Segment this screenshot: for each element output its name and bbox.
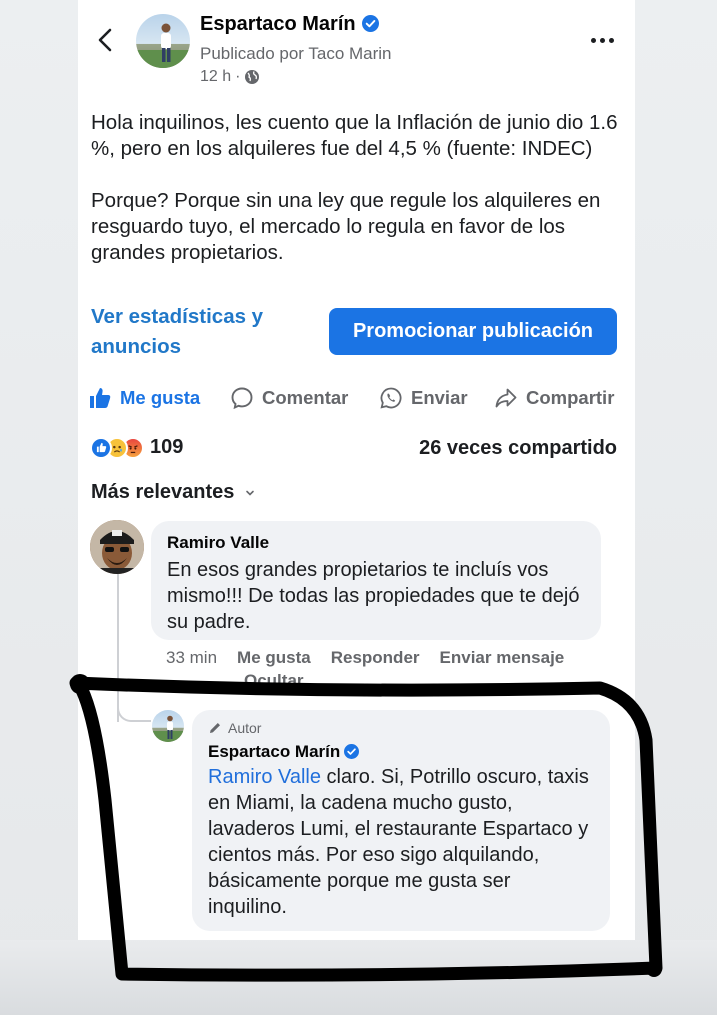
reply-text: Ramiro Valle claro. Si, Potrillo oscuro,… bbox=[208, 764, 594, 920]
comment-actions: 33 min Me gusta Responder Enviar mensaje bbox=[166, 648, 564, 668]
meta-separator: · bbox=[235, 68, 241, 85]
share-button[interactable]: Compartir bbox=[494, 382, 614, 414]
commenter-avatar[interactable] bbox=[90, 520, 144, 574]
comment-button[interactable]: Comentar bbox=[230, 382, 348, 414]
verified-badge-icon bbox=[361, 15, 379, 32]
post-paragraph: Hola inquilinos, les cuento que la Infla… bbox=[91, 111, 618, 160]
whatsapp-icon bbox=[380, 387, 402, 409]
like-button[interactable]: Me gusta bbox=[88, 382, 200, 414]
comment-sort-dropdown[interactable]: Más relevantes bbox=[91, 481, 256, 504]
comment-reply-button[interactable]: Responder bbox=[331, 648, 420, 668]
globe-icon bbox=[245, 70, 260, 84]
chevron-down-icon bbox=[246, 490, 255, 496]
send-button[interactable]: Enviar bbox=[379, 382, 468, 414]
mention-link[interactable]: Ramiro Valle bbox=[208, 766, 321, 788]
comment-hide-button[interactable]: Ocultar bbox=[244, 671, 304, 687]
post-time[interactable]: 12 h bbox=[200, 68, 231, 86]
reply-bubble: Autor Espartaco Marín Ramiro Valle claro… bbox=[192, 710, 610, 931]
like-reaction-icon bbox=[90, 436, 112, 459]
share-arrow-icon bbox=[495, 388, 517, 408]
reaction-count: 109 bbox=[150, 436, 184, 458]
view-stats-link[interactable]: Ver estadísticas y anuncios bbox=[91, 302, 311, 362]
comment-bubble-icon bbox=[231, 387, 253, 410]
send-label: Enviar bbox=[411, 387, 468, 408]
author-name[interactable]: Espartaco Marín bbox=[200, 13, 379, 36]
screen-bottom-background bbox=[0, 940, 717, 1015]
more-options-icon[interactable] bbox=[588, 28, 616, 52]
post-body: Hola inquilinos, les cuento que la Infla… bbox=[91, 110, 621, 292]
share-label: Compartir bbox=[526, 387, 615, 408]
thumbs-up-icon bbox=[90, 388, 111, 408]
reply-body: claro. Si, Potrillo oscuro, taxis en Mia… bbox=[208, 766, 589, 918]
reactions-summary[interactable]: 109 bbox=[90, 436, 183, 459]
post-paragraph: Porque? Porque sin una ley que regule lo… bbox=[91, 189, 601, 264]
reply-author-name-text[interactable]: Espartaco Marín bbox=[208, 742, 340, 761]
comment-time[interactable]: 33 min bbox=[166, 648, 217, 668]
thread-connector bbox=[117, 688, 151, 722]
author-name-text[interactable]: Espartaco Marín bbox=[200, 13, 356, 35]
commenter-name[interactable]: Ramiro Valle bbox=[167, 533, 585, 553]
post-meta: 12 h · bbox=[200, 68, 260, 86]
reply-author-avatar[interactable] bbox=[152, 710, 184, 742]
post-actions-bar: Me gusta Comentar Enviar Compartir bbox=[88, 382, 623, 414]
author-avatar[interactable] bbox=[136, 14, 190, 68]
author-badge-label: Autor bbox=[228, 720, 262, 736]
back-arrow-icon[interactable] bbox=[92, 24, 120, 56]
like-label: Me gusta bbox=[120, 387, 201, 408]
verified-badge-icon bbox=[344, 744, 360, 759]
reply-author-name[interactable]: Espartaco Marín bbox=[208, 742, 594, 762]
published-by-label: Publicado por Taco Marin bbox=[200, 44, 392, 63]
pencil-icon bbox=[210, 723, 220, 733]
comment-label: Comentar bbox=[262, 387, 349, 408]
comment-like-button[interactable]: Me gusta bbox=[237, 648, 311, 668]
author-badge: Autor bbox=[208, 720, 594, 736]
promote-post-button[interactable]: Promocionar publicación bbox=[329, 308, 617, 355]
sort-label: Más relevantes bbox=[91, 481, 235, 503]
comment-text: En esos grandes propietarios te incluís … bbox=[167, 559, 580, 633]
share-count[interactable]: 26 veces compartido bbox=[419, 437, 617, 460]
comment-message-button[interactable]: Enviar mensaje bbox=[440, 648, 565, 668]
comment-bubble: Ramiro Valle En esos grandes propietario… bbox=[151, 521, 601, 640]
